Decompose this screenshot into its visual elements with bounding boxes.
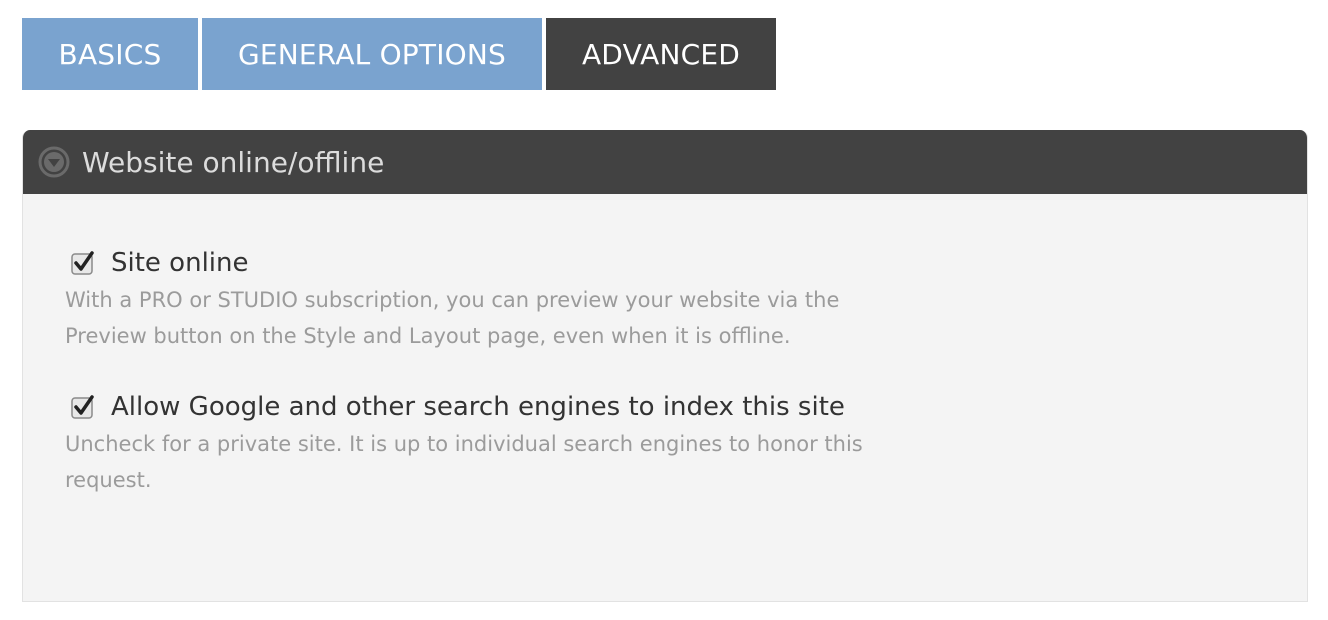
tab-basics[interactable]: BASICS (22, 18, 198, 90)
tab-general-options-label: GENERAL OPTIONS (237, 37, 507, 71)
option-site-online: Site online With a PRO or STUDIO subscri… (65, 246, 865, 354)
panel-body: Site online With a PRO or STUDIO subscri… (23, 194, 1307, 498)
tab-advanced-label: ADVANCED (581, 37, 741, 71)
option-allow-indexing: Allow Google and other search engines to… (65, 390, 865, 498)
site-online-checkbox[interactable] (71, 251, 95, 275)
collapse-circle-down-icon[interactable] (38, 146, 70, 178)
panel-title: Website online/offline (82, 145, 385, 179)
tab-advanced[interactable]: ADVANCED (546, 18, 776, 90)
tab-bar: BASICS GENERAL OPTIONS ADVANCED (22, 18, 776, 90)
website-online-offline-panel: Website online/offline Site online With … (22, 130, 1308, 602)
tab-basics-label: BASICS (58, 37, 162, 71)
site-online-label[interactable]: Site online (111, 246, 249, 280)
allow-indexing-checkbox[interactable] (71, 395, 95, 419)
allow-indexing-label[interactable]: Allow Google and other search engines to… (111, 390, 845, 424)
allow-indexing-help-text: Uncheck for a private site. It is up to … (65, 432, 863, 492)
tab-general-options[interactable]: GENERAL OPTIONS (202, 18, 542, 90)
panel-header[interactable]: Website online/offline (23, 130, 1307, 194)
site-online-help-text: With a PRO or STUDIO subscription, you c… (65, 288, 840, 348)
